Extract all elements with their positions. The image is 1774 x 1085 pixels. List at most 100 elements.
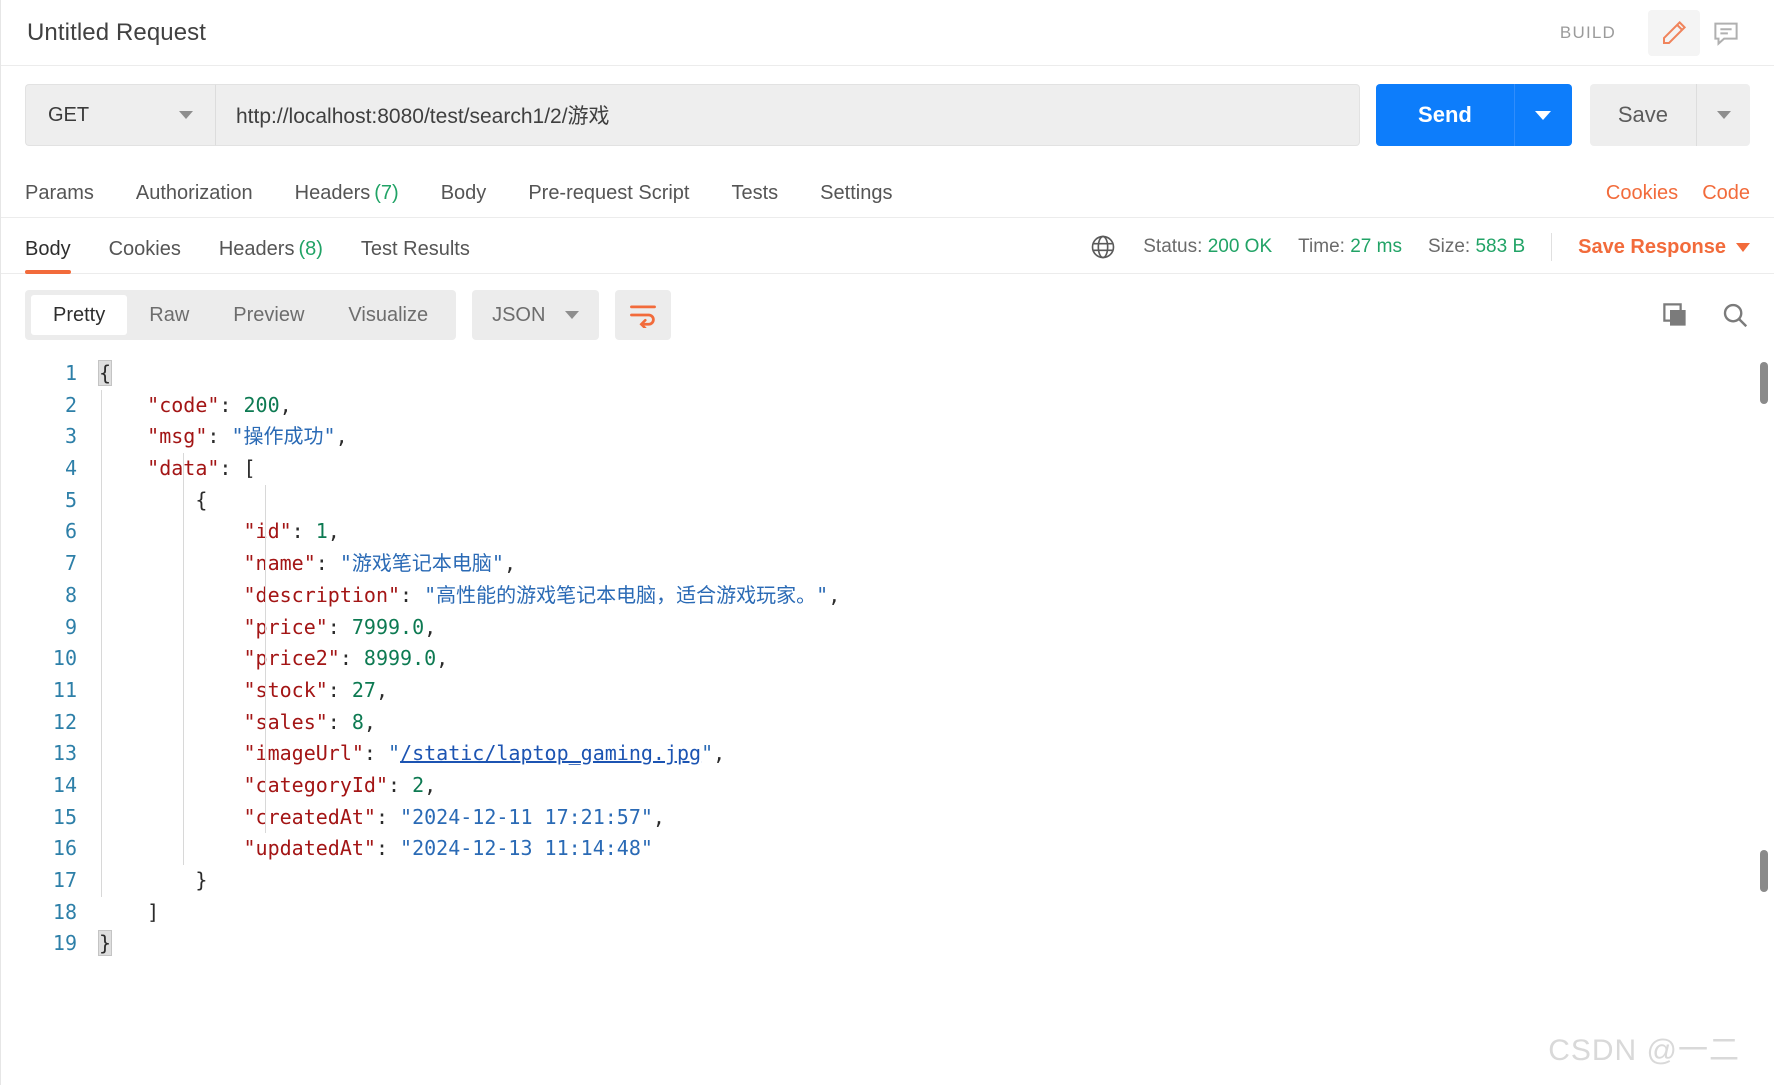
tab-label: Test Results <box>360 238 470 260</box>
code-line: "code": 200, <box>99 390 1774 422</box>
tab-count: (7) <box>374 182 399 204</box>
size-badge: Size: 583 B <box>1428 236 1525 258</box>
save-response-label: Save Response <box>1578 235 1726 258</box>
url-bar: GET http://localhost:8080/test/search1/2… <box>1 66 1774 166</box>
tab-label: Settings <box>820 182 893 204</box>
tab-settings[interactable]: Settings <box>820 182 892 217</box>
json-comma: , <box>828 582 841 607</box>
title-bar: Untitled Request BUILD <box>1 0 1774 66</box>
save-response-button[interactable]: Save Response <box>1578 236 1750 259</box>
json-colon: : <box>375 804 401 829</box>
code-line: } <box>99 865 1774 897</box>
title-bar-actions: BUILD <box>1560 9 1752 56</box>
view-mode-visualize[interactable]: Visualize <box>326 295 450 335</box>
matching-brace-highlight: { <box>97 360 113 386</box>
json-colon: : <box>315 551 340 576</box>
tab-count: (8) <box>298 238 323 260</box>
json-colon: : <box>327 709 352 734</box>
comments-button[interactable] <box>1700 10 1752 56</box>
tab-label: Headers <box>218 238 295 260</box>
code-line: "createdAt": "2024-12-11 17:21:57", <box>99 802 1774 834</box>
code-line: "id": 1, <box>99 516 1774 548</box>
json-value: "游戏笔记本电脑" <box>339 551 504 576</box>
line-number: 16 <box>52 836 77 861</box>
size-value: 583 B <box>1475 236 1526 257</box>
chevron-down-icon <box>179 111 193 119</box>
json-value: "操作成功" <box>231 424 336 449</box>
time-badge: Time: 27 ms <box>1298 236 1402 258</box>
json-colon: : <box>339 646 364 671</box>
json-key: "id" <box>99 519 292 544</box>
edit-request-button[interactable] <box>1648 9 1700 56</box>
tab-tests[interactable]: Tests <box>731 182 778 217</box>
globe-icon[interactable] <box>1089 233 1117 261</box>
view-mode-pretty[interactable]: Pretty <box>31 295 128 335</box>
line-number: 9 <box>64 614 77 639</box>
code-line: { <box>97 358 1774 390</box>
response-tab-headers[interactable]: Headers (8) <box>219 238 323 273</box>
json-value: "/static/laptop_gaming.jpg" <box>388 741 714 766</box>
code-link[interactable]: Code <box>1702 182 1750 205</box>
chevron-down-icon <box>565 311 580 319</box>
json-comma: , <box>327 519 340 544</box>
tab-label: Tests <box>731 182 779 204</box>
watermark: CSDN @一二 <box>1548 1034 1740 1067</box>
save-button[interactable]: Save <box>1589 84 1696 146</box>
request-links: Cookies Code <box>1606 182 1750 217</box>
time-label: Time: <box>1298 236 1345 257</box>
json-brace: ] <box>99 899 160 924</box>
tab-headers[interactable]: Headers (7) <box>295 182 399 217</box>
json-key: "description" <box>99 582 401 607</box>
code-line: } <box>97 928 1774 960</box>
word-wrap-icon <box>630 305 657 328</box>
json-colon: : <box>327 614 352 639</box>
json-comma: , <box>424 614 437 639</box>
tab-pre-request-script[interactable]: Pre-request Script <box>528 182 689 217</box>
language-select[interactable]: JSON <box>472 290 600 340</box>
response-tab-body[interactable]: Body <box>25 238 71 274</box>
request-url-input[interactable]: http://localhost:8080/test/search1/2/游戏 <box>215 84 1361 146</box>
response-body-viewer[interactable]: 1 2 3 4 5 6 7 8 9 10 11 12 13 14 15 16 17 18 19 { "code": … <box>1 358 1774 978</box>
json-key: "updatedAt" <box>99 836 376 861</box>
word-wrap-button[interactable] <box>615 290 672 340</box>
json-comma: , <box>436 646 449 671</box>
code-line: "categoryId": 2, <box>99 770 1774 802</box>
line-number: 7 <box>64 551 77 576</box>
code-content[interactable]: { "code": 200, "msg": "操作成功", "data": [ … <box>93 358 1774 960</box>
response-tabs: Body Cookies Headers (8) Test Results Sta… <box>1 218 1774 274</box>
json-comma: , <box>503 551 516 576</box>
json-colon: : <box>207 424 232 449</box>
json-comma: , <box>424 772 437 797</box>
send-options-button[interactable] <box>1513 84 1572 146</box>
json-value: 200 <box>243 392 280 417</box>
line-number: 8 <box>64 582 77 607</box>
tab-params[interactable]: Params <box>25 182 94 217</box>
json-key: "imageUrl" <box>99 741 364 766</box>
json-comma: , <box>375 677 389 702</box>
line-number: 10 <box>52 646 77 671</box>
tab-body[interactable]: Body <box>441 182 487 217</box>
code-line: "stock": 27, <box>99 675 1774 707</box>
response-tab-test-results[interactable]: Test Results <box>361 238 470 273</box>
json-comma: , <box>713 741 726 766</box>
line-number: 11 <box>52 677 77 702</box>
code-line: "name": "游戏笔记本电脑", <box>99 548 1774 580</box>
http-method-value: GET <box>48 103 90 126</box>
cookies-link[interactable]: Cookies <box>1606 182 1678 205</box>
save-options-button[interactable] <box>1696 84 1750 146</box>
copy-button[interactable] <box>1660 300 1690 330</box>
view-mode-preview[interactable]: Preview <box>211 295 326 335</box>
send-button[interactable]: Send <box>1376 84 1514 146</box>
scrollbar-thumb-bottom[interactable] <box>1760 850 1768 892</box>
response-format-toolbar: Pretty Raw Preview Visualize JSON <box>1 274 1774 352</box>
chevron-down-icon <box>1535 110 1552 120</box>
http-method-select[interactable]: GET <box>25 84 215 146</box>
line-number: 17 <box>52 868 77 892</box>
tab-authorization[interactable]: Authorization <box>136 182 253 217</box>
json-value: 7999.0 <box>351 614 425 639</box>
json-value-link[interactable]: /static/laptop_gaming.jpg <box>400 741 701 765</box>
scrollbar-thumb-top[interactable] <box>1760 362 1768 404</box>
search-button[interactable] <box>1720 300 1750 330</box>
view-mode-raw[interactable]: Raw <box>127 295 211 335</box>
response-tab-cookies[interactable]: Cookies <box>109 238 181 273</box>
